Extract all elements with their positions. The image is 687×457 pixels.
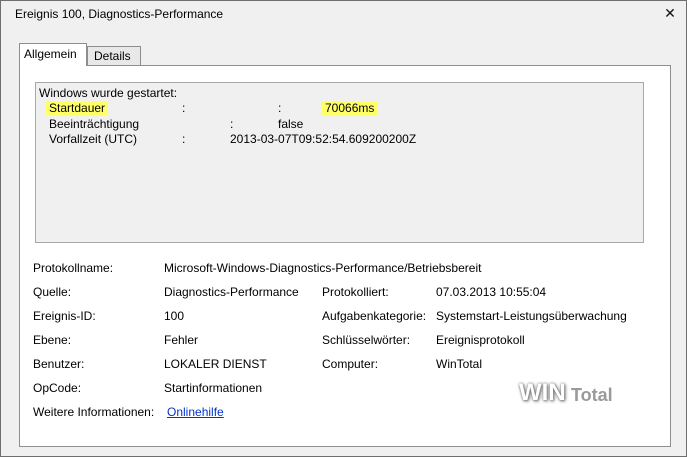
user-value: LOKALER DIENST [164,357,267,371]
degradation-value: false [278,117,304,131]
separator: : [182,132,186,146]
source-label: Quelle: [33,285,72,299]
tab-general[interactable]: Allgemein [19,43,87,66]
description-header: Windows wurde gestartet: [39,86,178,100]
event-id-value: 100 [164,309,185,323]
watermark-total-text: Total [571,385,613,405]
log-name-label: Protokollname: [33,261,114,275]
source-value: Diagnostics-Performance [164,285,299,299]
opcode-label: OpCode: [33,381,82,395]
event-properties-window: Ereignis 100, Diagnostics-Performance ✕ … [0,0,687,457]
task-category-value: Systemstart-Leistungsüberwachung [436,309,627,323]
event-id-label: Ereignis-ID: [33,309,96,323]
separator: : [278,101,282,115]
degradation-label: Beeinträchtigung [49,117,140,131]
logged-value: 07.03.2013 10:55:04 [436,285,547,299]
computer-value: WinTotal [436,357,483,371]
startup-duration-label: Startdauer [46,101,109,115]
logged-label: Protokolliert: [322,285,389,299]
window-title: Ereignis 100, Diagnostics-Performance [15,7,224,21]
online-help-link[interactable]: Onlinehilfe [167,405,224,419]
wintotal-watermark-logo: WIN Total [519,379,623,413]
tab-details[interactable]: Details [87,46,141,66]
incident-time-value: 2013-03-07T09:52:54.609200200Z [230,132,417,146]
task-category-label: Aufgabenkategorie: [322,309,427,323]
level-label: Ebene: [33,333,72,347]
keywords-label: Schlüsselwörter: [322,333,411,347]
separator: : [182,101,186,115]
event-description-box[interactable]: Windows wurde gestartet: Startdauer : : … [35,82,644,243]
separator: : [230,117,234,131]
opcode-value: Startinformationen [164,381,263,395]
user-label: Benutzer: [33,357,85,371]
more-info-label: Weitere Informationen: [33,405,155,419]
close-icon[interactable]: ✕ [662,5,678,21]
incident-time-label: Vorfallzeit (UTC) [49,132,138,146]
log-name-value: Microsoft-Windows-Diagnostics-Performanc… [164,261,482,275]
watermark-win-text: WIN [519,379,566,406]
title-bar[interactable]: Ereignis 100, Diagnostics-Performance ✕ [1,1,686,27]
level-value: Fehler [164,333,199,347]
keywords-value: Ereignisprotokoll [436,333,525,347]
computer-label: Computer: [322,357,379,371]
startup-duration-value: 70066ms [322,101,378,115]
